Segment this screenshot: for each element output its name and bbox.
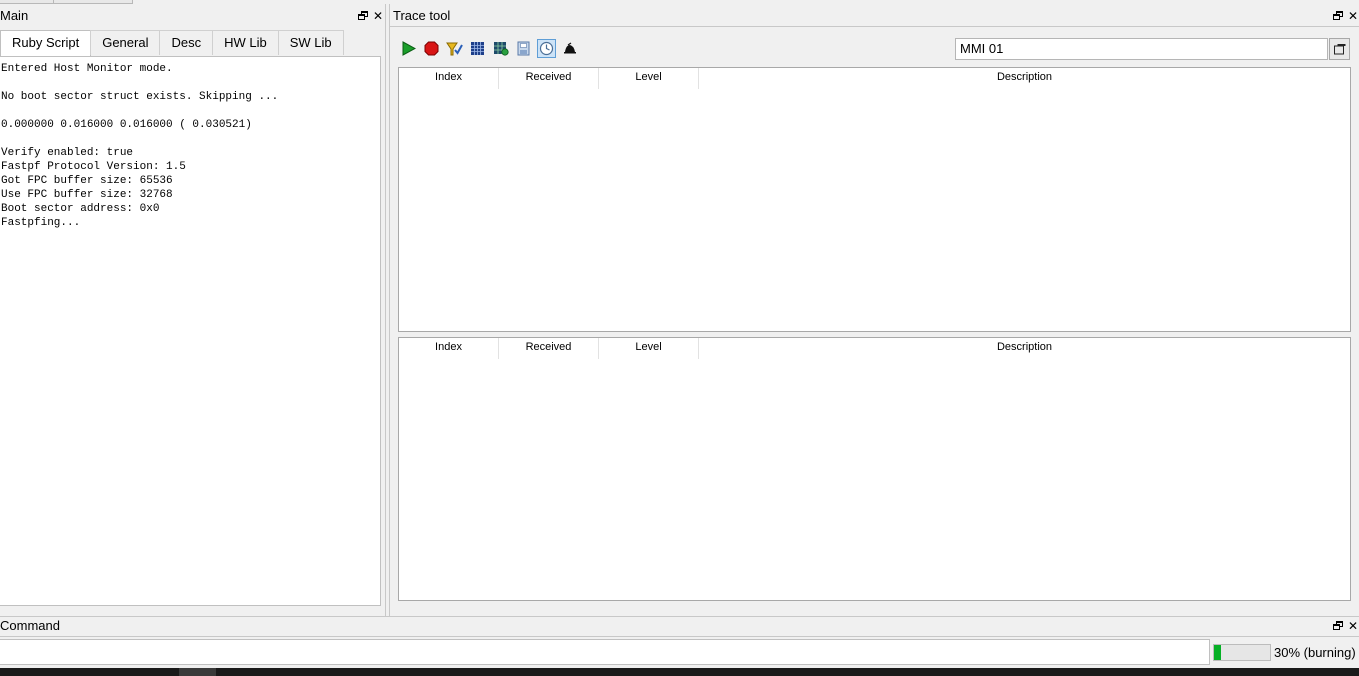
stop-icon[interactable] bbox=[422, 39, 441, 58]
trace-panel-controls: ✕ bbox=[1332, 7, 1359, 25]
close-icon[interactable]: ✕ bbox=[372, 10, 384, 22]
tab-hw-lib[interactable]: HW Lib bbox=[212, 30, 279, 55]
panel-splitter[interactable] bbox=[385, 4, 386, 616]
tab-ruby-script[interactable]: Ruby Script bbox=[0, 30, 92, 56]
trace-toolbar bbox=[399, 39, 579, 59]
output-line: Entered Host Monitor mode. bbox=[1, 63, 173, 75]
taskbar bbox=[0, 668, 1359, 676]
column-header-level[interactable]: Level bbox=[599, 338, 699, 359]
column-header-received[interactable]: Received bbox=[499, 68, 599, 89]
column-header-level[interactable]: Level bbox=[599, 68, 699, 89]
tab-general[interactable]: General bbox=[90, 30, 161, 55]
window-icon bbox=[1333, 44, 1345, 55]
bell-icon[interactable] bbox=[560, 39, 579, 58]
top-tab-stub[interactable] bbox=[0, 0, 54, 4]
trace-panel-title: Trace tool bbox=[393, 8, 451, 23]
grid-settings-icon[interactable] bbox=[491, 39, 510, 58]
title-separator bbox=[390, 26, 1359, 27]
table-header: Index Received Level Description bbox=[399, 338, 1350, 359]
output-line: Fastpfing... bbox=[1, 217, 81, 229]
mmi-field[interactable]: MMI 01 bbox=[955, 38, 1328, 60]
command-panel-title: Command bbox=[0, 618, 60, 633]
column-header-description[interactable]: Description bbox=[699, 68, 1350, 89]
tab-sw-lib[interactable]: SW Lib bbox=[277, 30, 344, 55]
trace-table-bottom[interactable]: Index Received Level Description bbox=[398, 337, 1351, 601]
progress-fill bbox=[1214, 645, 1221, 660]
close-icon[interactable]: ✕ bbox=[1347, 620, 1359, 632]
top-tab-strip bbox=[0, 0, 1359, 5]
filter-icon[interactable] bbox=[445, 39, 464, 58]
table-header: Index Received Level Description bbox=[399, 68, 1350, 89]
progress-bar bbox=[1213, 644, 1271, 661]
save-icon[interactable] bbox=[514, 39, 533, 58]
grid-icon[interactable] bbox=[468, 39, 487, 58]
column-header-received[interactable]: Received bbox=[499, 338, 599, 359]
output-line: Boot sector address: 0x0 bbox=[1, 203, 160, 215]
output-line: Fastpf Protocol Version: 1.5 bbox=[1, 161, 186, 173]
output-line: Got FPC buffer size: 65536 bbox=[1, 175, 173, 187]
mmi-button[interactable] bbox=[1329, 38, 1350, 60]
tab-desc[interactable]: Desc bbox=[159, 30, 214, 55]
command-input[interactable] bbox=[0, 639, 1210, 665]
main-panel-controls: ✕ bbox=[357, 7, 384, 25]
column-header-index[interactable]: Index bbox=[399, 68, 499, 89]
column-header-index[interactable]: Index bbox=[399, 338, 499, 359]
top-tab-stub[interactable] bbox=[53, 0, 133, 4]
main-panel-title: Main bbox=[0, 8, 29, 23]
panel-splitter-horizontal[interactable] bbox=[0, 616, 1359, 617]
command-panel-controls: ✕ bbox=[1332, 617, 1359, 635]
main-tab-bar: Ruby Script General Desc HW Lib SW Lib bbox=[0, 30, 344, 56]
play-icon[interactable] bbox=[399, 39, 418, 58]
script-output[interactable]: Entered Host Monitor mode. No boot secto… bbox=[0, 56, 381, 606]
title-separator bbox=[0, 636, 1359, 637]
close-icon[interactable]: ✕ bbox=[1347, 10, 1359, 22]
trace-table-top[interactable]: Index Received Level Description bbox=[398, 67, 1351, 332]
restore-icon[interactable] bbox=[1332, 10, 1344, 22]
output-line: 0.000000 0.016000 0.016000 ( 0.030521) bbox=[1, 119, 252, 131]
output-line: Verify enabled: true bbox=[1, 147, 134, 159]
clock-icon[interactable] bbox=[537, 39, 556, 58]
column-header-description[interactable]: Description bbox=[699, 338, 1350, 359]
restore-icon[interactable] bbox=[1332, 620, 1344, 632]
restore-icon[interactable] bbox=[357, 10, 369, 22]
output-line: Use FPC buffer size: 32768 bbox=[1, 189, 173, 201]
taskbar-item[interactable] bbox=[179, 668, 216, 676]
panel-border bbox=[389, 4, 390, 616]
output-line: No boot sector struct exists. Skipping .… bbox=[1, 91, 279, 103]
progress-label: 30% (burning) bbox=[1274, 645, 1356, 660]
